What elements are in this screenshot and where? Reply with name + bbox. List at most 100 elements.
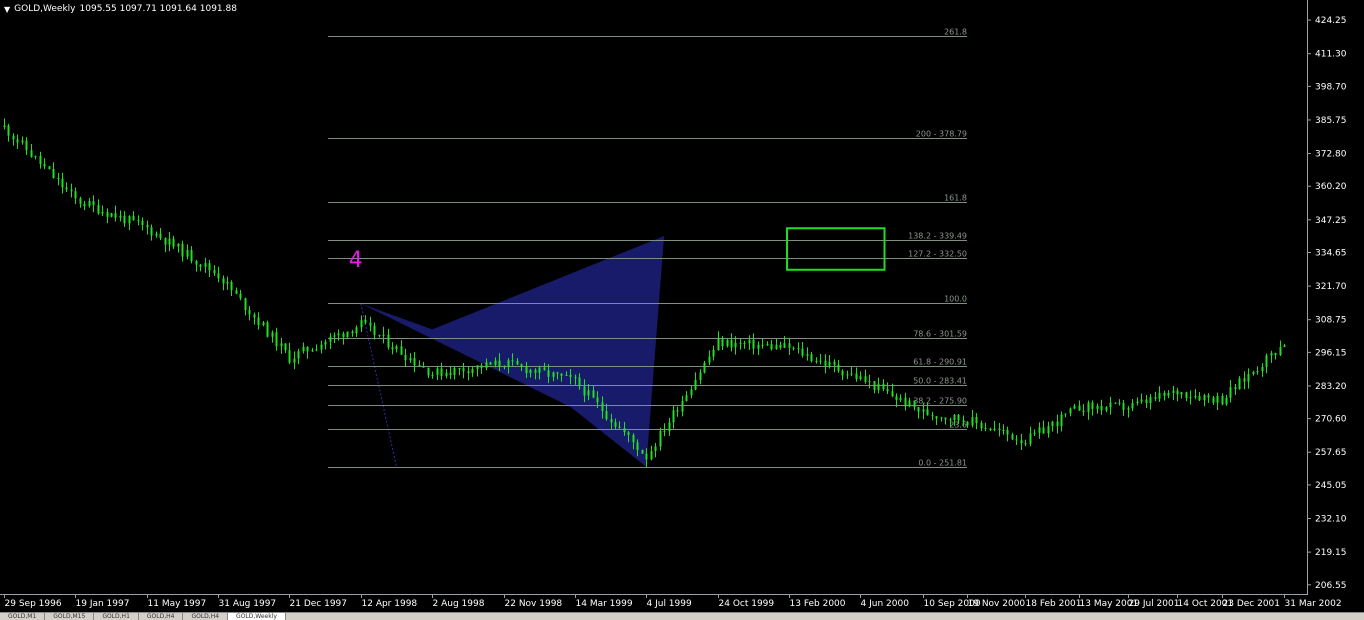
- candle-body: [913, 400, 916, 408]
- candle-body: [1172, 390, 1175, 393]
- y-tick-label: 257.65: [1315, 448, 1347, 458]
- candle-body: [1154, 397, 1157, 399]
- candle-body: [12, 135, 15, 140]
- candle-body: [998, 428, 1001, 430]
- x-tick-label: 21 Dec 1997: [290, 599, 348, 609]
- candle-body: [926, 409, 929, 416]
- candle-body: [306, 346, 309, 352]
- x-tick-label: 4 Jul 1999: [647, 599, 692, 609]
- x-tick-label: 24 Oct 1999: [719, 599, 775, 609]
- candle-body: [556, 372, 559, 374]
- dropdown-arrow-icon[interactable]: ▼: [4, 5, 10, 14]
- candle-body: [886, 389, 889, 392]
- time-axis[interactable]: 29 Sep 1996 19 Jan 1997 11 May 1997 31 Aug …: [4, 594, 1342, 609]
- candle-body: [248, 310, 251, 315]
- pattern-point-label: 4: [349, 248, 363, 273]
- candle-body: [717, 338, 720, 350]
- candle-body: [494, 360, 497, 365]
- candle-body: [864, 376, 867, 382]
- candle-body: [690, 389, 693, 396]
- fib-label: 38.2 - 275.90: [913, 397, 967, 406]
- price-axis[interactable]: 424.25 411.30 398.70 385.75 372.80 360.20 347.…: [1307, 16, 1347, 591]
- pattern-shape: [360, 236, 665, 467]
- candle-body: [783, 343, 786, 348]
- candle-body: [908, 400, 911, 407]
- candle-body: [1100, 405, 1103, 411]
- candle-body: [462, 368, 465, 372]
- candle-body: [641, 450, 644, 454]
- chart-ohlc: 1095.55 1097.71 1091.64 1091.88: [79, 4, 237, 14]
- candle-body: [360, 320, 363, 328]
- x-tick-label: 14 Mar 1999: [576, 599, 633, 609]
- candle-body: [1167, 392, 1170, 396]
- candle-body: [837, 364, 840, 371]
- y-tick-label: 219.15: [1315, 548, 1347, 558]
- candle-body: [766, 344, 769, 346]
- candle-body: [904, 397, 907, 407]
- candle-body: [859, 376, 862, 379]
- candle-body: [962, 420, 965, 422]
- candle-body: [141, 221, 144, 225]
- candle-body: [413, 358, 416, 366]
- candle-body: [931, 415, 934, 417]
- harmonic-pattern[interactable]: [360, 236, 665, 468]
- candle-body: [1105, 407, 1108, 411]
- fib-label: 100.0: [944, 295, 967, 304]
- candle-body: [1216, 395, 1219, 403]
- candle-body: [57, 177, 60, 179]
- candle-body: [253, 314, 256, 318]
- candle-body: [132, 216, 135, 221]
- candle-body: [1091, 402, 1094, 409]
- candle-body: [239, 293, 242, 299]
- candle-body: [25, 140, 28, 151]
- x-tick-label: 11 May 1997: [148, 599, 207, 609]
- candle-body: [418, 365, 421, 367]
- candle-body: [873, 381, 876, 391]
- candle-body: [940, 417, 943, 419]
- price-chart[interactable]: 261.8 200 - 378.79 161.8 138.2 - 339.49 127.…: [0, 0, 1364, 612]
- candle-body: [159, 233, 162, 239]
- candle-body: [1118, 402, 1121, 404]
- candle-body: [712, 349, 715, 357]
- candle-body: [1127, 408, 1130, 410]
- candle-body: [106, 211, 109, 217]
- candle-body: [262, 322, 265, 325]
- candle-body: [1078, 405, 1081, 411]
- candle-body: [1047, 426, 1050, 434]
- candle-body: [445, 372, 448, 377]
- candle-body: [676, 410, 679, 412]
- candle-body: [257, 317, 260, 325]
- candle-body: [708, 356, 711, 363]
- candle-body: [891, 391, 894, 397]
- candle-body: [681, 401, 684, 412]
- candle-body: [1163, 392, 1166, 396]
- candle-body: [351, 331, 354, 334]
- candle-body: [146, 224, 149, 228]
- candle-body: [128, 216, 131, 224]
- candle-body: [52, 168, 55, 178]
- candle-body: [1006, 429, 1009, 435]
- x-tick-label: 13 Feb 2000: [790, 599, 846, 609]
- candle-body: [520, 364, 523, 367]
- candle-body: [1234, 387, 1237, 390]
- fib-label: 61.8 - 290.91: [913, 358, 967, 367]
- candle-body: [1279, 346, 1282, 355]
- candle-body: [422, 366, 425, 368]
- candle-body: [627, 432, 630, 435]
- candle-body: [427, 367, 430, 376]
- candle-body: [1140, 399, 1143, 402]
- candle-body: [850, 373, 853, 375]
- chart-window[interactable]: ▼ GOLD,Weekly 1095.55 1097.71 1091.64 10…: [0, 0, 1364, 612]
- candle-body: [529, 369, 532, 374]
- candle-body: [346, 331, 349, 338]
- candle-body: [1189, 397, 1192, 399]
- candle-body: [632, 434, 635, 443]
- candle-body: [7, 125, 10, 136]
- candle-body: [1073, 405, 1076, 409]
- candle-body: [610, 419, 613, 423]
- y-tick-label: 270.60: [1315, 415, 1347, 425]
- candle-body: [824, 360, 827, 366]
- candle-body: [668, 422, 671, 432]
- candle-body: [337, 333, 340, 336]
- candle-body: [1033, 432, 1036, 434]
